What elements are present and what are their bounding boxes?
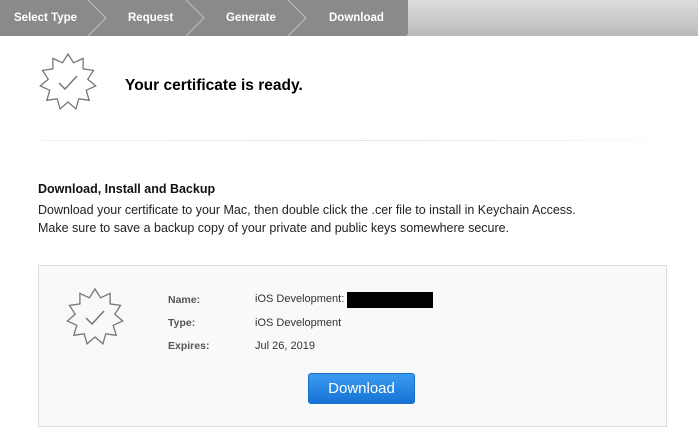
type-value: iOS Development	[255, 317, 342, 329]
chevron-separator-icon	[186, 0, 205, 36]
name-label: Name:	[168, 294, 201, 306]
download-button[interactable]: Download	[308, 373, 415, 404]
type-label: Type:	[168, 317, 196, 329]
divider	[38, 140, 698, 141]
name-value: iOS Development:	[255, 293, 345, 305]
step-request: Request	[128, 12, 174, 24]
redacted-block	[347, 292, 433, 308]
expires-label: Expires:	[168, 340, 210, 352]
step-select-type: Select Type	[14, 12, 78, 24]
progress-bar: Select Type Request Generate Download	[0, 0, 698, 36]
certificate-badge-icon	[39, 52, 97, 111]
chevron-separator-icon	[288, 0, 307, 36]
page-title: Your certificate is ready.	[125, 77, 303, 94]
instructions-line-1: Download your certificate to your Mac, t…	[38, 203, 576, 217]
expires-value: Jul 26, 2019	[255, 340, 315, 352]
chevron-separator-icon	[88, 0, 107, 36]
certificate-badge-icon	[66, 287, 124, 346]
step-download: Download	[329, 12, 384, 24]
section-heading: Download, Install and Backup	[38, 182, 216, 196]
instructions-line-2: Make sure to save a backup copy of your …	[38, 221, 510, 235]
steps-group: Select Type Request Generate Download	[0, 0, 408, 36]
step-generate: Generate	[226, 12, 276, 24]
